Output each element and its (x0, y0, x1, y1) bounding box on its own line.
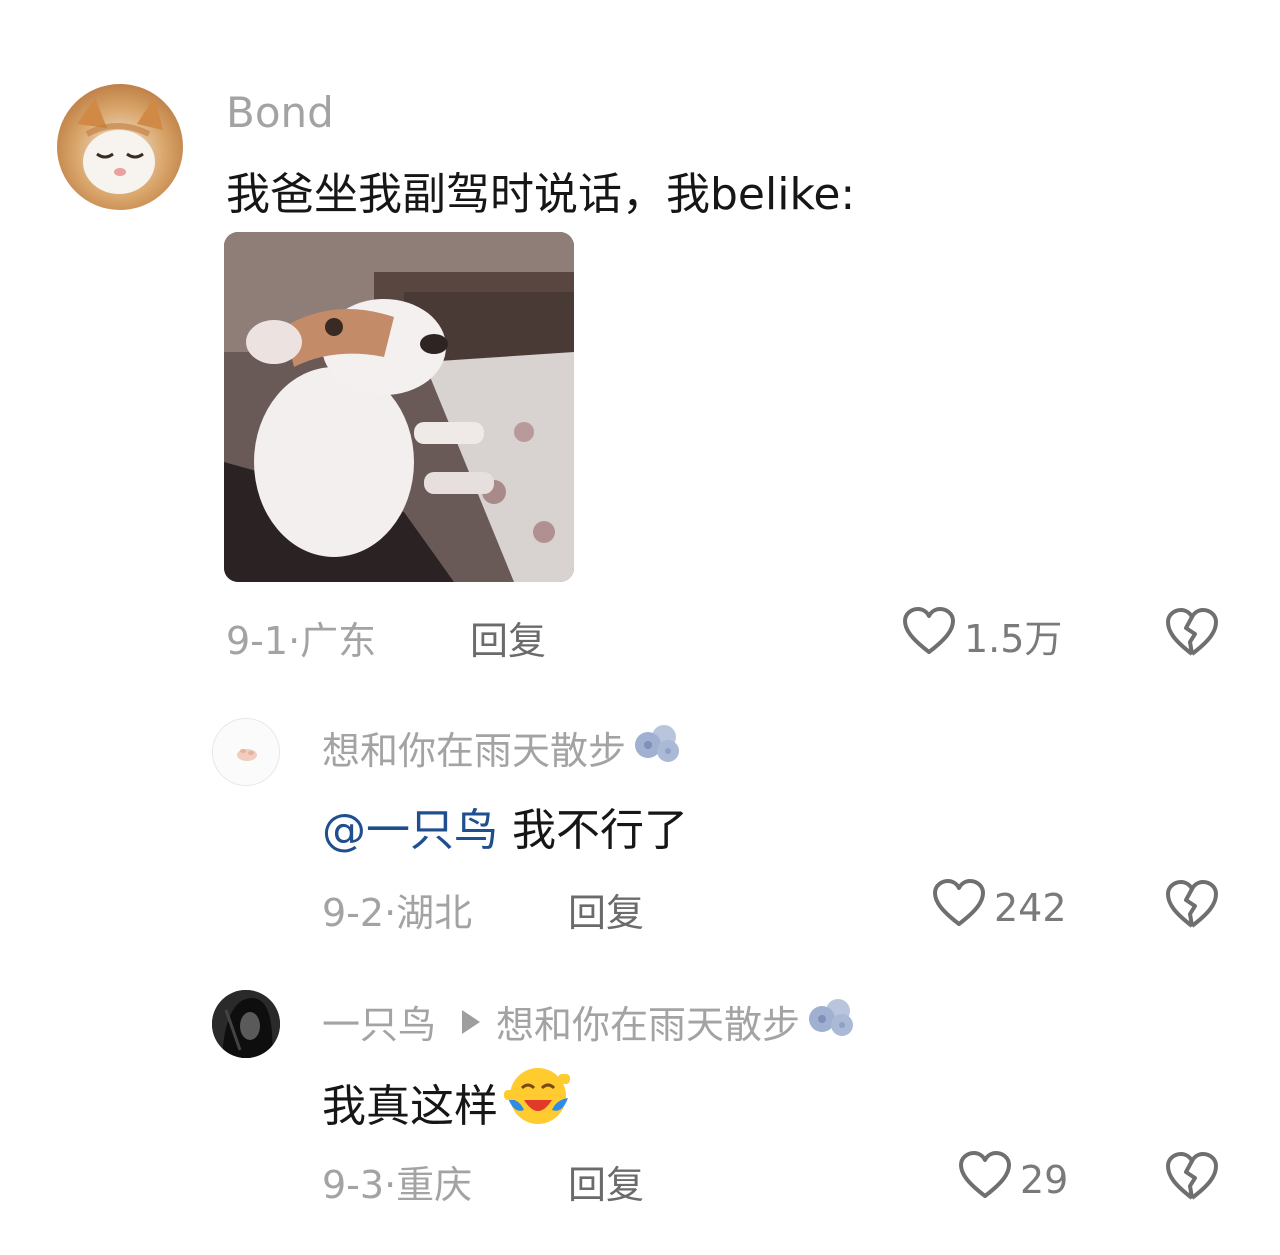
reply-to-name[interactable]: 想和你在雨天散步 (496, 994, 800, 1049)
heart-icon (902, 606, 956, 665)
comment-text: @一只鸟 我不行了 (322, 794, 688, 858)
dislike-button[interactable] (1164, 1150, 1220, 1206)
broken-heart-icon (1164, 608, 1220, 662)
date-location: 9-1·广东 (226, 619, 377, 663)
broken-heart-icon (1164, 880, 1220, 934)
laughing-crying-emoji-icon (502, 1064, 572, 1139)
dislike-button[interactable] (1164, 606, 1220, 662)
author-name-text: 一只鸟 (322, 1003, 437, 1047)
like-button[interactable]: 242 (932, 878, 1067, 937)
like-button[interactable]: 1.5万 (902, 606, 1062, 665)
author-name[interactable]: 一只鸟 想和你在雨天散步 (322, 994, 860, 1049)
reply-button[interactable]: 回复 (568, 882, 644, 937)
dog-meme-image[interactable] (224, 232, 574, 582)
broken-heart-icon (1164, 1152, 1220, 1206)
reply-button[interactable]: 回复 (470, 610, 546, 665)
comment-text: 我爸坐我副驾时说话，我belike: (226, 169, 856, 220)
avatar[interactable] (212, 718, 280, 786)
avatar[interactable] (212, 990, 280, 1058)
author-name-text: 想和你在雨天散步 (322, 729, 627, 773)
comment-body-text: 我真这样 (322, 1080, 498, 1132)
heart-icon (958, 1150, 1012, 1209)
author-name[interactable]: Bond (226, 88, 334, 137)
like-count: 242 (994, 885, 1067, 930)
blueberry-badge-icon (804, 995, 860, 1048)
date-location: 9-3·重庆 (322, 1163, 473, 1207)
comment-body-text: 我不行了 (512, 805, 688, 856)
dislike-button[interactable] (1164, 878, 1220, 934)
like-button[interactable]: 29 (958, 1150, 1068, 1209)
like-count: 29 (1020, 1157, 1069, 1202)
like-count: 1.5万 (964, 617, 1063, 661)
reply-arrow-icon (462, 1009, 481, 1034)
author-name[interactable]: 想和你在雨天散步 (322, 720, 686, 775)
comment-text: 我真这样 (322, 1064, 572, 1139)
date-location: 9-2·湖北 (322, 891, 473, 935)
mention-link[interactable]: @一只鸟 (322, 805, 498, 856)
heart-icon (932, 878, 986, 937)
avatar[interactable] (57, 84, 183, 210)
comment-1: Bond 我爸坐我副驾时说话，我belike: 9-1·广东 回复 1.5万 (0, 0, 1280, 690)
reply-button[interactable]: 回复 (568, 1154, 644, 1209)
blueberry-badge-icon (630, 721, 686, 774)
